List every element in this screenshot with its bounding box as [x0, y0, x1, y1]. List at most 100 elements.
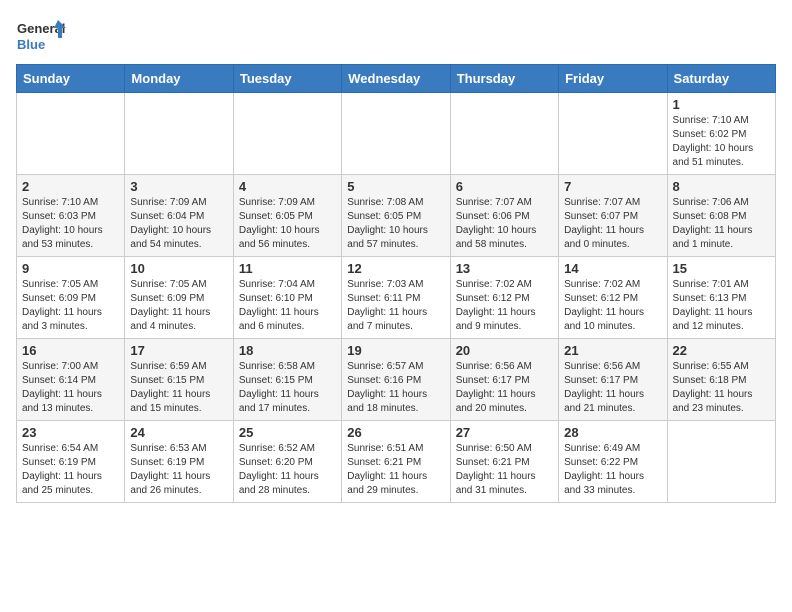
logo: General Blue: [16, 16, 66, 56]
day-info: Sunrise: 6:56 AM Sunset: 6:17 PM Dayligh…: [456, 360, 553, 416]
day-number: 9: [22, 261, 119, 276]
calendar-cell: 17Sunrise: 6:59 AM Sunset: 6:15 PM Dayli…: [125, 339, 233, 421]
day-header-thursday: Thursday: [450, 65, 558, 93]
day-number: 2: [22, 179, 119, 194]
day-info: Sunrise: 7:07 AM Sunset: 6:06 PM Dayligh…: [456, 196, 553, 252]
logo-svg: General Blue: [16, 16, 66, 56]
day-number: 13: [456, 261, 553, 276]
day-number: 28: [564, 425, 661, 440]
calendar-cell: 3 Sunrise: 7:09 AM Sunset: 6:04 PM Daylig…: [125, 175, 233, 257]
day-number: 15: [673, 261, 770, 276]
svg-text:Blue: Blue: [17, 37, 45, 52]
day-number: 23: [22, 425, 119, 440]
day-info: Sunrise: 6:55 AM Sunset: 6:18 PM Dayligh…: [673, 360, 770, 416]
calendar-cell: 7 Sunrise: 7:07 AM Sunset: 6:07 PM Daylig…: [559, 175, 667, 257]
day-info: Sunrise: 7:00 AM Sunset: 6:14 PM Dayligh…: [22, 360, 119, 416]
calendar-cell: 8 Sunrise: 7:06 AM Sunset: 6:08 PM Daylig…: [667, 175, 775, 257]
calendar-week-5: 23Sunrise: 6:54 AM Sunset: 6:19 PM Dayli…: [17, 421, 776, 503]
calendar-cell: 23Sunrise: 6:54 AM Sunset: 6:19 PM Dayli…: [17, 421, 125, 503]
calendar-cell: 24 Sunrise: 6:53 AM Sunset: 6:19 PM Dayli…: [125, 421, 233, 503]
calendar-cell: [559, 93, 667, 175]
day-number: 24: [130, 425, 227, 440]
day-header-friday: Friday: [559, 65, 667, 93]
day-header-tuesday: Tuesday: [233, 65, 341, 93]
day-info: Sunrise: 7:02 AM Sunset: 6:12 PM Dayligh…: [564, 278, 661, 334]
day-number: 7: [564, 179, 661, 194]
day-number: 18: [239, 343, 336, 358]
calendar-cell: [17, 93, 125, 175]
day-header-monday: Monday: [125, 65, 233, 93]
calendar-cell: 12 Sunrise: 7:03 AM Sunset: 6:11 PM Dayli…: [342, 257, 450, 339]
day-info: Sunrise: 7:01 AM Sunset: 6:13 PM Dayligh…: [673, 278, 770, 334]
day-number: 19: [347, 343, 444, 358]
calendar-cell: [667, 421, 775, 503]
day-info: Sunrise: 6:56 AM Sunset: 6:17 PM Dayligh…: [564, 360, 661, 416]
day-info: Sunrise: 7:07 AM Sunset: 6:07 PM Dayligh…: [564, 196, 661, 252]
calendar-cell: 9 Sunrise: 7:05 AM Sunset: 6:09 PM Daylig…: [17, 257, 125, 339]
day-number: 22: [673, 343, 770, 358]
day-header-saturday: Saturday: [667, 65, 775, 93]
day-info: Sunrise: 6:53 AM Sunset: 6:19 PM Dayligh…: [130, 442, 227, 498]
calendar-cell: [450, 93, 558, 175]
calendar-cell: 25Sunrise: 6:52 AM Sunset: 6:20 PM Dayli…: [233, 421, 341, 503]
day-number: 6: [456, 179, 553, 194]
day-info: Sunrise: 6:51 AM Sunset: 6:21 PM Dayligh…: [347, 442, 444, 498]
day-number: 26: [347, 425, 444, 440]
calendar-week-1: 1 Sunrise: 7:10 AM Sunset: 6:02 PM Daylig…: [17, 93, 776, 175]
calendar-cell: 4 Sunrise: 7:09 AM Sunset: 6:05 PM Daylig…: [233, 175, 341, 257]
calendar-cell: 20 Sunrise: 6:56 AM Sunset: 6:17 PM Dayli…: [450, 339, 558, 421]
day-number: 1: [673, 97, 770, 112]
day-header-sunday: Sunday: [17, 65, 125, 93]
day-info: Sunrise: 7:04 AM Sunset: 6:10 PM Dayligh…: [239, 278, 336, 334]
calendar-cell: 27 Sunrise: 6:50 AM Sunset: 6:21 PM Dayli…: [450, 421, 558, 503]
day-number: 20: [456, 343, 553, 358]
day-number: 11: [239, 261, 336, 276]
day-info: Sunrise: 7:05 AM Sunset: 6:09 PM Dayligh…: [22, 278, 119, 334]
day-info: Sunrise: 6:58 AM Sunset: 6:15 PM Dayligh…: [239, 360, 336, 416]
calendar-cell: 18 Sunrise: 6:58 AM Sunset: 6:15 PM Dayli…: [233, 339, 341, 421]
calendar-cell: 11 Sunrise: 7:04 AM Sunset: 6:10 PM Dayli…: [233, 257, 341, 339]
day-info: Sunrise: 7:09 AM Sunset: 6:05 PM Dayligh…: [239, 196, 336, 252]
day-number: 27: [456, 425, 553, 440]
calendar-week-2: 2 Sunrise: 7:10 AM Sunset: 6:03 PM Daylig…: [17, 175, 776, 257]
calendar-cell: 5 Sunrise: 7:08 AM Sunset: 6:05 PM Daylig…: [342, 175, 450, 257]
calendar-cell: 6 Sunrise: 7:07 AM Sunset: 6:06 PM Daylig…: [450, 175, 558, 257]
day-number: 12: [347, 261, 444, 276]
day-info: Sunrise: 7:03 AM Sunset: 6:11 PM Dayligh…: [347, 278, 444, 334]
calendar-cell: 28 Sunrise: 6:49 AM Sunset: 6:22 PM Dayli…: [559, 421, 667, 503]
calendar-cell: 14 Sunrise: 7:02 AM Sunset: 6:12 PM Dayli…: [559, 257, 667, 339]
calendar-cell: 10 Sunrise: 7:05 AM Sunset: 6:09 PM Dayli…: [125, 257, 233, 339]
day-number: 8: [673, 179, 770, 194]
calendar-cell: 15 Sunrise: 7:01 AM Sunset: 6:13 PM Dayli…: [667, 257, 775, 339]
day-number: 4: [239, 179, 336, 194]
day-number: 3: [130, 179, 227, 194]
day-number: 16: [22, 343, 119, 358]
day-header-wednesday: Wednesday: [342, 65, 450, 93]
day-info: Sunrise: 6:52 AM Sunset: 6:20 PM Dayligh…: [239, 442, 336, 498]
day-info: Sunrise: 7:10 AM Sunset: 6:03 PM Dayligh…: [22, 196, 119, 252]
calendar-cell: [342, 93, 450, 175]
day-number: 5: [347, 179, 444, 194]
day-info: Sunrise: 7:02 AM Sunset: 6:12 PM Dayligh…: [456, 278, 553, 334]
day-info: Sunrise: 7:05 AM Sunset: 6:09 PM Dayligh…: [130, 278, 227, 334]
day-number: 10: [130, 261, 227, 276]
day-info: Sunrise: 7:10 AM Sunset: 6:02 PM Dayligh…: [673, 114, 770, 170]
day-info: Sunrise: 7:06 AM Sunset: 6:08 PM Dayligh…: [673, 196, 770, 252]
day-info: Sunrise: 6:49 AM Sunset: 6:22 PM Dayligh…: [564, 442, 661, 498]
day-number: 21: [564, 343, 661, 358]
day-number: 17: [130, 343, 227, 358]
calendar-cell: 21 Sunrise: 6:56 AM Sunset: 6:17 PM Dayli…: [559, 339, 667, 421]
calendar-table: SundayMondayTuesdayWednesdayThursdayFrid…: [16, 64, 776, 503]
day-info: Sunrise: 6:57 AM Sunset: 6:16 PM Dayligh…: [347, 360, 444, 416]
calendar-cell: 2 Sunrise: 7:10 AM Sunset: 6:03 PM Daylig…: [17, 175, 125, 257]
calendar-header-row: SundayMondayTuesdayWednesdayThursdayFrid…: [17, 65, 776, 93]
day-info: Sunrise: 7:09 AM Sunset: 6:04 PM Dayligh…: [130, 196, 227, 252]
calendar-cell: 13 Sunrise: 7:02 AM Sunset: 6:12 PM Dayli…: [450, 257, 558, 339]
calendar-cell: [233, 93, 341, 175]
day-info: Sunrise: 7:08 AM Sunset: 6:05 PM Dayligh…: [347, 196, 444, 252]
calendar-week-4: 16 Sunrise: 7:00 AM Sunset: 6:14 PM Dayli…: [17, 339, 776, 421]
calendar-week-3: 9 Sunrise: 7:05 AM Sunset: 6:09 PM Daylig…: [17, 257, 776, 339]
page-header: General Blue: [16, 16, 776, 56]
day-info: Sunrise: 6:50 AM Sunset: 6:21 PM Dayligh…: [456, 442, 553, 498]
day-number: 14: [564, 261, 661, 276]
